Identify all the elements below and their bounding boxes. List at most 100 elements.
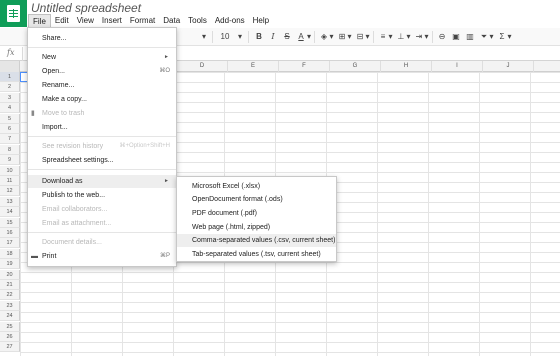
column-header[interactable]: G xyxy=(330,61,381,72)
row-header[interactable]: 8 xyxy=(0,144,20,155)
menu-item-print[interactable]: ▬ Print ⌘P xyxy=(28,250,176,263)
menu-item-share[interactable]: Share... xyxy=(28,32,176,45)
menu-file[interactable]: File xyxy=(28,14,51,28)
merge-dropdown-arrow-icon[interactable]: ▾ xyxy=(365,31,370,43)
filter-icon[interactable]: ⏷ xyxy=(479,31,489,43)
menu-view[interactable]: View xyxy=(73,14,98,28)
download-pdf[interactable]: PDF document (.pdf) xyxy=(177,207,336,220)
row-header[interactable]: 9 xyxy=(0,155,20,166)
menu-item-document-details[interactable]: Document details... xyxy=(28,236,176,249)
insert-link-icon[interactable]: ⊖ xyxy=(437,31,447,43)
download-ods[interactable]: OpenDocument format (.ods) xyxy=(177,193,336,206)
column-header[interactable]: F xyxy=(279,61,330,72)
menu-item-make-copy[interactable]: Make a copy... xyxy=(28,93,176,106)
row-header[interactable]: 21 xyxy=(0,280,20,290)
document-title[interactable]: Untitled spreadsheet xyxy=(31,1,141,15)
row-header[interactable]: 13 xyxy=(0,196,20,207)
menu-item-revision-history[interactable]: See revision history ⌘+Option+Shift+H xyxy=(28,140,176,153)
sheets-logo[interactable] xyxy=(0,0,27,27)
column-header[interactable]: D xyxy=(177,61,228,72)
column-header[interactable]: H xyxy=(381,61,432,72)
download-html[interactable]: Web page (.html, zipped) xyxy=(177,221,336,234)
insert-chart-icon[interactable]: ▥ xyxy=(465,31,475,43)
row-header[interactable]: 11 xyxy=(0,176,20,186)
merge-cells-icon[interactable]: ⊟ xyxy=(355,31,365,43)
text-color-dropdown-arrow-icon[interactable]: ▾ xyxy=(306,31,312,43)
row-header[interactable]: 5 xyxy=(0,113,20,124)
menu-item-rename[interactable]: Rename... xyxy=(28,79,176,92)
wrap-dropdown-arrow-icon[interactable]: ▾ xyxy=(424,31,429,43)
fill-color-icon[interactable]: ◈ xyxy=(319,31,329,43)
download-xlsx[interactable]: Microsoft Excel (.xlsx) xyxy=(177,180,336,193)
menubar: File Edit View Insert Format Data Tools … xyxy=(28,14,273,28)
menu-item-move-to-trash[interactable]: ▮ Move to trash xyxy=(28,107,176,120)
menu-format[interactable]: Format xyxy=(126,14,159,28)
row-header[interactable]: 10 xyxy=(0,165,20,176)
strikethrough-button[interactable]: S xyxy=(282,31,292,43)
row-header[interactable]: 2 xyxy=(0,82,20,93)
menu-item-import[interactable]: Import... xyxy=(28,121,176,134)
menu-item-open[interactable]: Open... ⌘O xyxy=(28,65,176,78)
row-header[interactable]: 25 xyxy=(0,321,20,332)
horizontal-align-icon[interactable]: ≡ xyxy=(378,31,388,43)
menu-item-publish[interactable]: Publish to the web... xyxy=(28,189,176,202)
menu-item-email-collaborators[interactable]: Email collaborators... xyxy=(28,203,176,216)
align-dropdown-arrow-icon[interactable]: ▾ xyxy=(388,31,393,43)
column-header[interactable]: J xyxy=(483,61,534,72)
row-header[interactable]: 20 xyxy=(0,269,20,280)
vertical-align-icon[interactable]: ⊥ xyxy=(396,31,406,43)
row-header[interactable]: 19 xyxy=(0,259,20,270)
menu-edit[interactable]: Edit xyxy=(51,14,73,28)
menu-item-email-attachment[interactable]: Email as attachment... xyxy=(28,217,176,230)
select-all-corner[interactable] xyxy=(0,61,20,72)
font-size-value[interactable]: 10 xyxy=(218,31,232,43)
download-csv[interactable]: Comma-separated values (.csv, current sh… xyxy=(177,234,336,247)
row-header[interactable]: 6 xyxy=(0,124,20,134)
valign-dropdown-arrow-icon[interactable]: ▾ xyxy=(406,31,411,43)
row-header[interactable]: 27 xyxy=(0,342,20,353)
functions-dropdown-arrow-icon[interactable]: ▾ xyxy=(507,31,512,43)
borders-icon[interactable]: ⊞ xyxy=(337,31,347,43)
text-wrap-icon[interactable]: ⇥ xyxy=(414,31,424,43)
font-size-dropdown-arrow-icon[interactable]: ▾ xyxy=(237,31,243,43)
italic-button[interactable]: I xyxy=(268,31,278,43)
row-header[interactable]: 16 xyxy=(0,228,20,238)
menu-insert[interactable]: Insert xyxy=(98,14,126,28)
menu-data[interactable]: Data xyxy=(159,14,184,28)
row-header[interactable]: 12 xyxy=(0,186,20,197)
font-family-dropdown-arrow-icon[interactable]: ▾ xyxy=(200,31,208,43)
functions-icon[interactable]: Σ xyxy=(497,31,507,43)
bold-button[interactable]: B xyxy=(254,31,264,43)
row-header[interactable]: 18 xyxy=(0,248,20,259)
column-header[interactable]: I xyxy=(432,61,483,72)
column-header[interactable]: E xyxy=(228,61,279,72)
text-color-button[interactable]: A xyxy=(296,31,306,43)
menu-help[interactable]: Help xyxy=(249,14,273,28)
row-header[interactable]: 17 xyxy=(0,238,20,249)
row-header[interactable]: 22 xyxy=(0,290,20,301)
row-header[interactable]: 7 xyxy=(0,134,20,145)
row-header[interactable]: 26 xyxy=(0,332,20,342)
row-header[interactable]: 4 xyxy=(0,103,20,114)
row-header[interactable]: 23 xyxy=(0,300,20,311)
menu-item-download-as[interactable]: Download as ► xyxy=(28,175,176,188)
borders-dropdown-arrow-icon[interactable]: ▾ xyxy=(347,31,352,43)
row-header[interactable]: 24 xyxy=(0,311,20,322)
menu-item-spreadsheet-settings[interactable]: Spreadsheet settings... xyxy=(28,154,176,167)
row-header[interactable]: 1 xyxy=(0,72,20,82)
filter-dropdown-arrow-icon[interactable]: ▾ xyxy=(489,31,494,43)
menu-item-download-as-label: Download as xyxy=(42,178,83,185)
fill-dropdown-arrow-icon[interactable]: ▾ xyxy=(329,31,334,43)
menu-addons[interactable]: Add-ons xyxy=(211,14,249,28)
printer-icon: ▬ xyxy=(31,253,38,260)
download-tsv[interactable]: Tab-separated values (.tsv, current shee… xyxy=(177,248,336,261)
insert-comment-icon[interactable]: ▣ xyxy=(451,31,461,43)
toolbar-divider xyxy=(248,31,249,43)
row-header[interactable]: 14 xyxy=(0,207,20,218)
menu-item-new[interactable]: New ► xyxy=(28,51,176,64)
menu-divider xyxy=(28,47,176,48)
row-header[interactable]: 3 xyxy=(0,92,20,103)
menu-tools[interactable]: Tools xyxy=(184,14,211,28)
row-header[interactable]: 15 xyxy=(0,217,20,228)
toolbar-divider xyxy=(212,31,213,43)
